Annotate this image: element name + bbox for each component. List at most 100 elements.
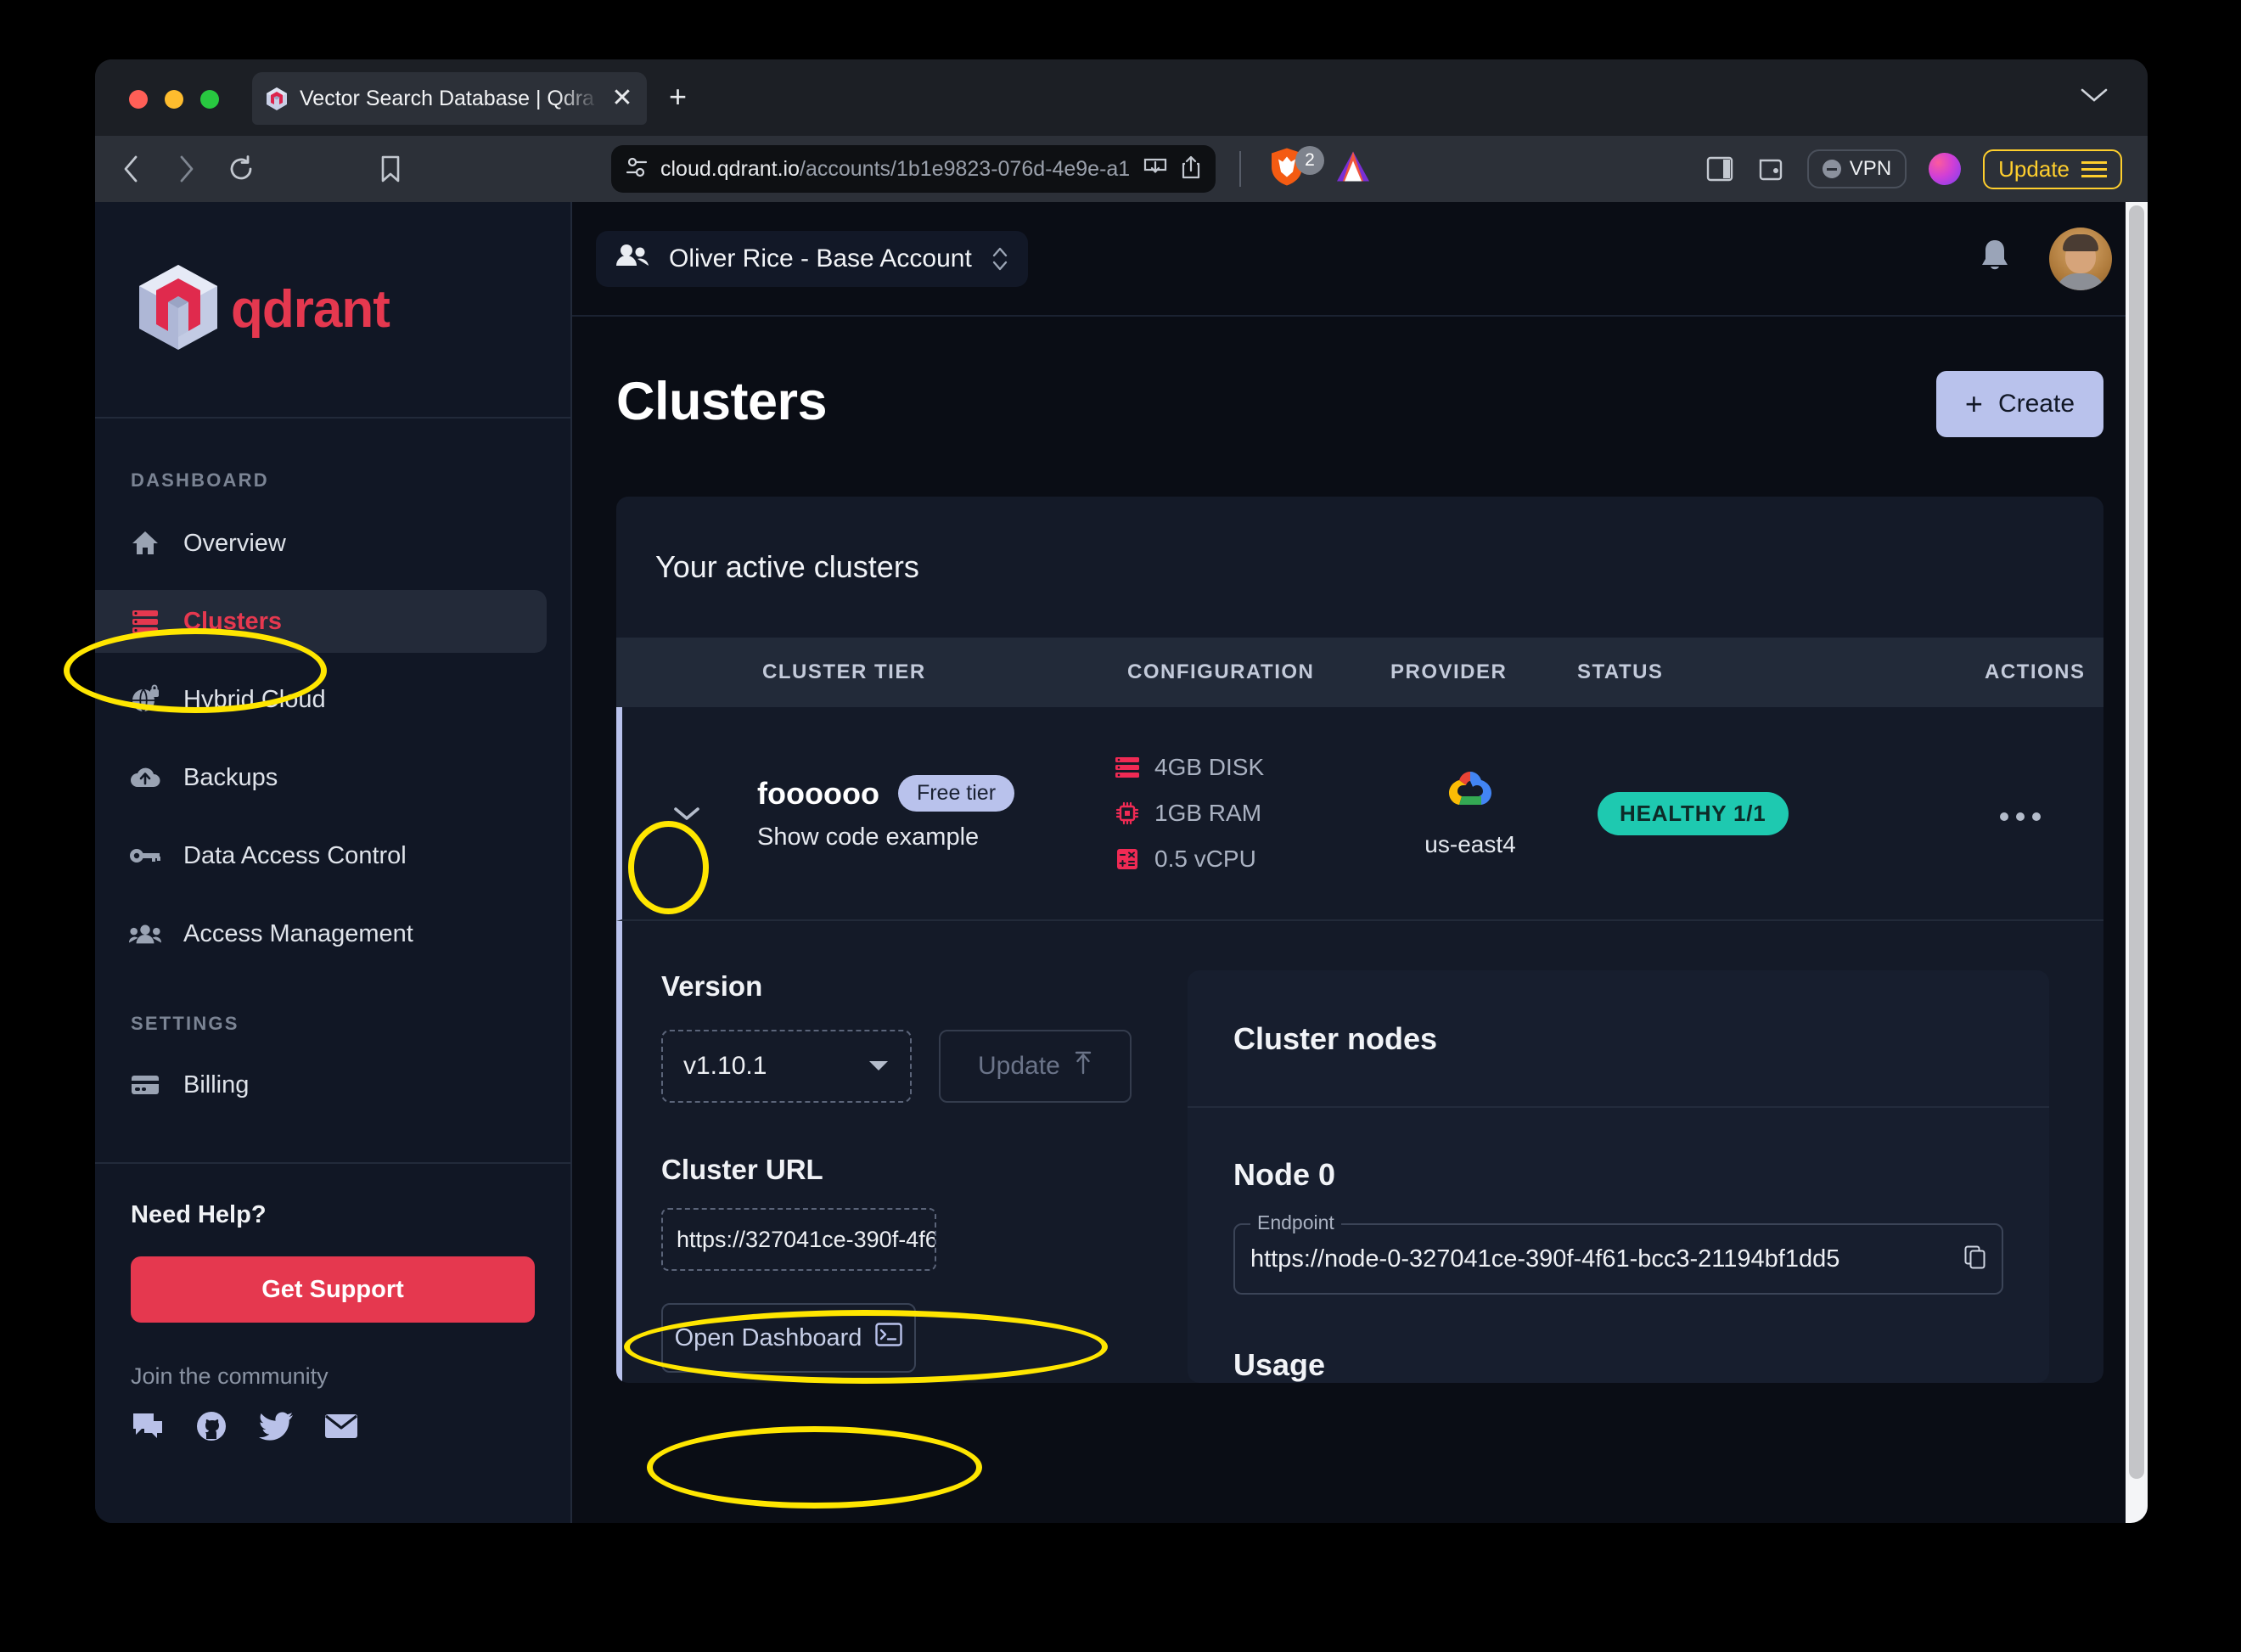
people-icon (129, 918, 161, 950)
people-icon (615, 243, 650, 275)
browser-tab-strip: Vector Search Database | Qdra ✕ + (95, 59, 2148, 136)
reload-icon[interactable] (227, 155, 256, 183)
site-settings-icon[interactable] (625, 155, 649, 183)
email-icon[interactable] (324, 1413, 358, 1444)
endpoint-label: Endpoint (1250, 1211, 1341, 1234)
address-bar-text: cloud.qdrant.io/accounts/1b1e9823-076d-4… (660, 157, 1131, 182)
discord-icon[interactable] (131, 1411, 165, 1446)
bell-icon[interactable] (1978, 238, 2012, 279)
bookmark-icon[interactable] (379, 155, 402, 183)
split-view-icon[interactable] (1143, 155, 1168, 183)
github-icon[interactable] (195, 1410, 227, 1447)
sidebar-panel-icon[interactable] (1705, 155, 1734, 183)
main-content: Oliver Rice - Base Account Clusters + Cr… (572, 202, 2148, 1523)
browser-tab[interactable]: Vector Search Database | Qdra ✕ (252, 72, 647, 125)
endpoint-field[interactable]: Endpoint https://node-0-327041ce-390f-4f… (1233, 1211, 2003, 1295)
get-support-button[interactable]: Get Support (131, 1256, 535, 1323)
sidebar-help-block: Need Help? Get Support Join the communit… (95, 1164, 570, 1447)
close-window-button[interactable] (129, 90, 148, 109)
cluster-nodes-panel: Cluster nodes Node 0 Endpoint https://no… (1188, 970, 2049, 1383)
page-header: Clusters + Create (616, 371, 2103, 437)
brave-shields-count: 2 (1295, 146, 1324, 175)
wallet-icon[interactable] (1756, 155, 1785, 183)
update-browser-button[interactable]: Update (1983, 149, 2122, 189)
content-scroll-area: Clusters + Create Your active clusters C… (572, 317, 2148, 1523)
more-horizontal-icon[interactable] (1998, 805, 2042, 823)
sidebar-item-label: Data Access Control (183, 841, 407, 869)
sidebar-item-label: Overview (183, 529, 286, 557)
address-bar[interactable]: cloud.qdrant.io/accounts/1b1e9823-076d-4… (611, 145, 1216, 193)
sidebar-item-billing[interactable]: Billing (95, 1054, 547, 1116)
qdrant-cube-icon (131, 260, 226, 359)
config-ram: 1GB RAM (1114, 800, 1377, 827)
version-label: Version (661, 970, 763, 1002)
sidebar-item-label: Access Management (183, 919, 413, 947)
browser-window: Vector Search Database | Qdra ✕ + cloud.… (95, 59, 2148, 1523)
vpn-label: VPN (1849, 157, 1892, 180)
version-row: v1.10.1 Update (661, 1030, 1132, 1103)
create-cluster-button[interactable]: + Create (1935, 371, 2103, 437)
close-icon[interactable]: ✕ (609, 86, 635, 111)
config-label: 1GB RAM (1154, 800, 1262, 826)
copy-icon[interactable] (1964, 1245, 1986, 1273)
maximize-window-button[interactable] (200, 90, 219, 109)
chevron-down-icon[interactable] (661, 788, 712, 839)
back-arrow-icon[interactable] (121, 155, 143, 183)
show-code-example-link[interactable]: Show code example (757, 823, 1114, 851)
sidebar-item-overview[interactable]: Overview (95, 512, 547, 575)
upload-arrow-icon (1074, 1050, 1092, 1082)
sidebar-nav-dashboard: Overview Clusters Hybrid Cloud Backups D… (95, 512, 570, 965)
clusters-icon (129, 605, 161, 638)
url-host: cloud.qdrant.io (660, 156, 800, 181)
sidebar-item-label: Billing (183, 1070, 250, 1099)
hamburger-menu-icon[interactable] (2081, 160, 2107, 177)
account-name: Oliver Rice - Base Account (669, 244, 972, 273)
sidebar-item-clusters[interactable]: Clusters (95, 590, 547, 653)
sidebar-item-label: Hybrid Cloud (183, 685, 326, 713)
vpn-toggle-button[interactable]: VPN (1806, 149, 1907, 188)
minimize-window-button[interactable] (165, 90, 183, 109)
node-block: Node 0 Endpoint https://node-0-327041ce-… (1188, 1108, 2049, 1383)
up-down-chevron-icon[interactable] (991, 244, 1009, 273)
credit-card-icon (129, 1069, 161, 1101)
brave-leo-icon[interactable] (1334, 149, 1372, 189)
chevron-down-icon[interactable] (2080, 87, 2109, 108)
toolbar-divider (1239, 151, 1241, 187)
vcpu-icon (1114, 846, 1141, 873)
version-update-button[interactable]: Update (938, 1030, 1132, 1103)
social-links (131, 1410, 535, 1447)
toolbar-right-group: VPN Update (1705, 136, 2122, 202)
usage-title: Usage (1233, 1347, 1326, 1382)
account-selector[interactable]: Oliver Rice - Base Account (596, 230, 1028, 287)
app-topbar: Oliver Rice - Base Account (572, 202, 2148, 317)
open-dashboard-button[interactable]: Open Dashboard (661, 1303, 916, 1373)
sidebar-item-access-management[interactable]: Access Management (95, 902, 547, 965)
page-scrollbar-thumb[interactable] (2129, 205, 2144, 1479)
update-label: Update (1998, 155, 2070, 182)
share-icon[interactable] (1180, 155, 1202, 184)
sidebar-item-label: Backups (183, 763, 278, 791)
terminal-icon (875, 1323, 903, 1353)
page-scrollbar[interactable] (2126, 202, 2148, 1523)
cluster-nodes-title: Cluster nodes (1188, 970, 2049, 1108)
sidebar-item-hybrid-cloud[interactable]: Hybrid Cloud (95, 668, 547, 731)
globe-lock-icon (129, 683, 161, 716)
cluster-url-field[interactable]: https://327041ce-390f-4f61 (661, 1208, 936, 1271)
sidebar-item-label: Clusters (183, 607, 283, 635)
cluster-tier-cell: foooooo Free tier Show code example (757, 775, 1114, 851)
forward-arrow-icon[interactable] (175, 155, 197, 183)
qdrant-logo[interactable]: qdrant (95, 202, 570, 419)
table-row[interactable]: foooooo Free tier Show code example 4GB … (616, 707, 2103, 921)
avatar[interactable] (2049, 227, 2112, 290)
sidebar-item-backups[interactable]: Backups (95, 746, 547, 809)
new-tab-button[interactable]: + (669, 81, 687, 112)
status-cell: HEALTHY 1/1 (1564, 791, 1971, 835)
join-community-label: Join the community (131, 1363, 329, 1389)
endpoint-value: https://node-0-327041ce-390f-4f61-bcc3-2… (1250, 1245, 1840, 1273)
version-select[interactable]: v1.10.1 (661, 1030, 912, 1103)
cluster-url-label: Cluster URL (661, 1154, 823, 1185)
page-title: Clusters (616, 372, 828, 431)
twitter-icon[interactable] (258, 1411, 294, 1446)
brave-rewards-icon[interactable] (1929, 153, 1962, 185)
sidebar-item-data-access-control[interactable]: Data Access Control (95, 824, 547, 887)
